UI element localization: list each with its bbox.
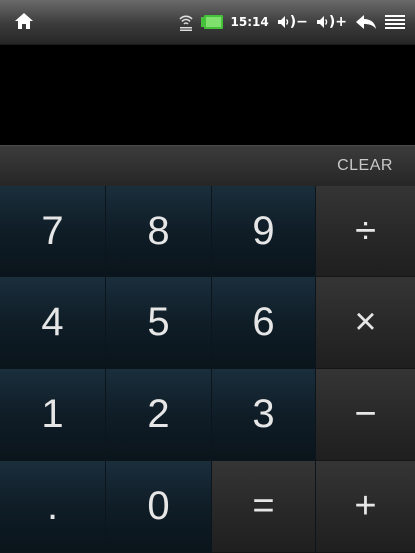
calculator-display xyxy=(0,45,415,145)
key-4[interactable]: 4 xyxy=(0,277,106,369)
wifi-icon xyxy=(178,15,193,31)
home-icon[interactable] xyxy=(14,11,34,31)
key-3[interactable]: 3 xyxy=(212,369,316,461)
key-6[interactable]: 6 xyxy=(212,277,316,369)
decimal-point-button[interactable]: . xyxy=(0,461,106,553)
key-5[interactable]: 5 xyxy=(106,277,212,369)
status-icons: 15:14 )− )+ xyxy=(178,0,405,44)
equals-button[interactable]: = xyxy=(212,461,316,553)
key-2[interactable]: 2 xyxy=(106,369,212,461)
volume-up-label: )+ xyxy=(328,14,347,30)
clear-bar: CLEAR xyxy=(0,145,415,186)
key-7[interactable]: 7 xyxy=(0,186,106,277)
keypad: 7 8 9 ÷ 4 5 6 × 1 2 3 − . 0 = + xyxy=(0,186,415,553)
volume-down-label: )− xyxy=(289,14,308,30)
divide-button[interactable]: ÷ xyxy=(316,186,415,277)
multiply-button[interactable]: × xyxy=(316,277,415,369)
menu-icon[interactable] xyxy=(385,14,405,30)
minus-button[interactable]: − xyxy=(316,369,415,461)
battery-icon xyxy=(200,15,223,29)
key-0[interactable]: 0 xyxy=(106,461,212,553)
status-bar: 15:14 )− )+ xyxy=(0,0,415,45)
volume-down-icon[interactable]: )− xyxy=(277,14,308,30)
plus-button[interactable]: + xyxy=(316,461,415,553)
clock-time: 15:14 xyxy=(230,15,269,29)
key-1[interactable]: 1 xyxy=(0,369,106,461)
key-8[interactable]: 8 xyxy=(106,186,212,277)
key-9[interactable]: 9 xyxy=(212,186,316,277)
clear-button[interactable]: CLEAR xyxy=(315,146,415,186)
volume-up-icon[interactable]: )+ xyxy=(316,14,347,30)
back-icon[interactable] xyxy=(355,14,377,30)
